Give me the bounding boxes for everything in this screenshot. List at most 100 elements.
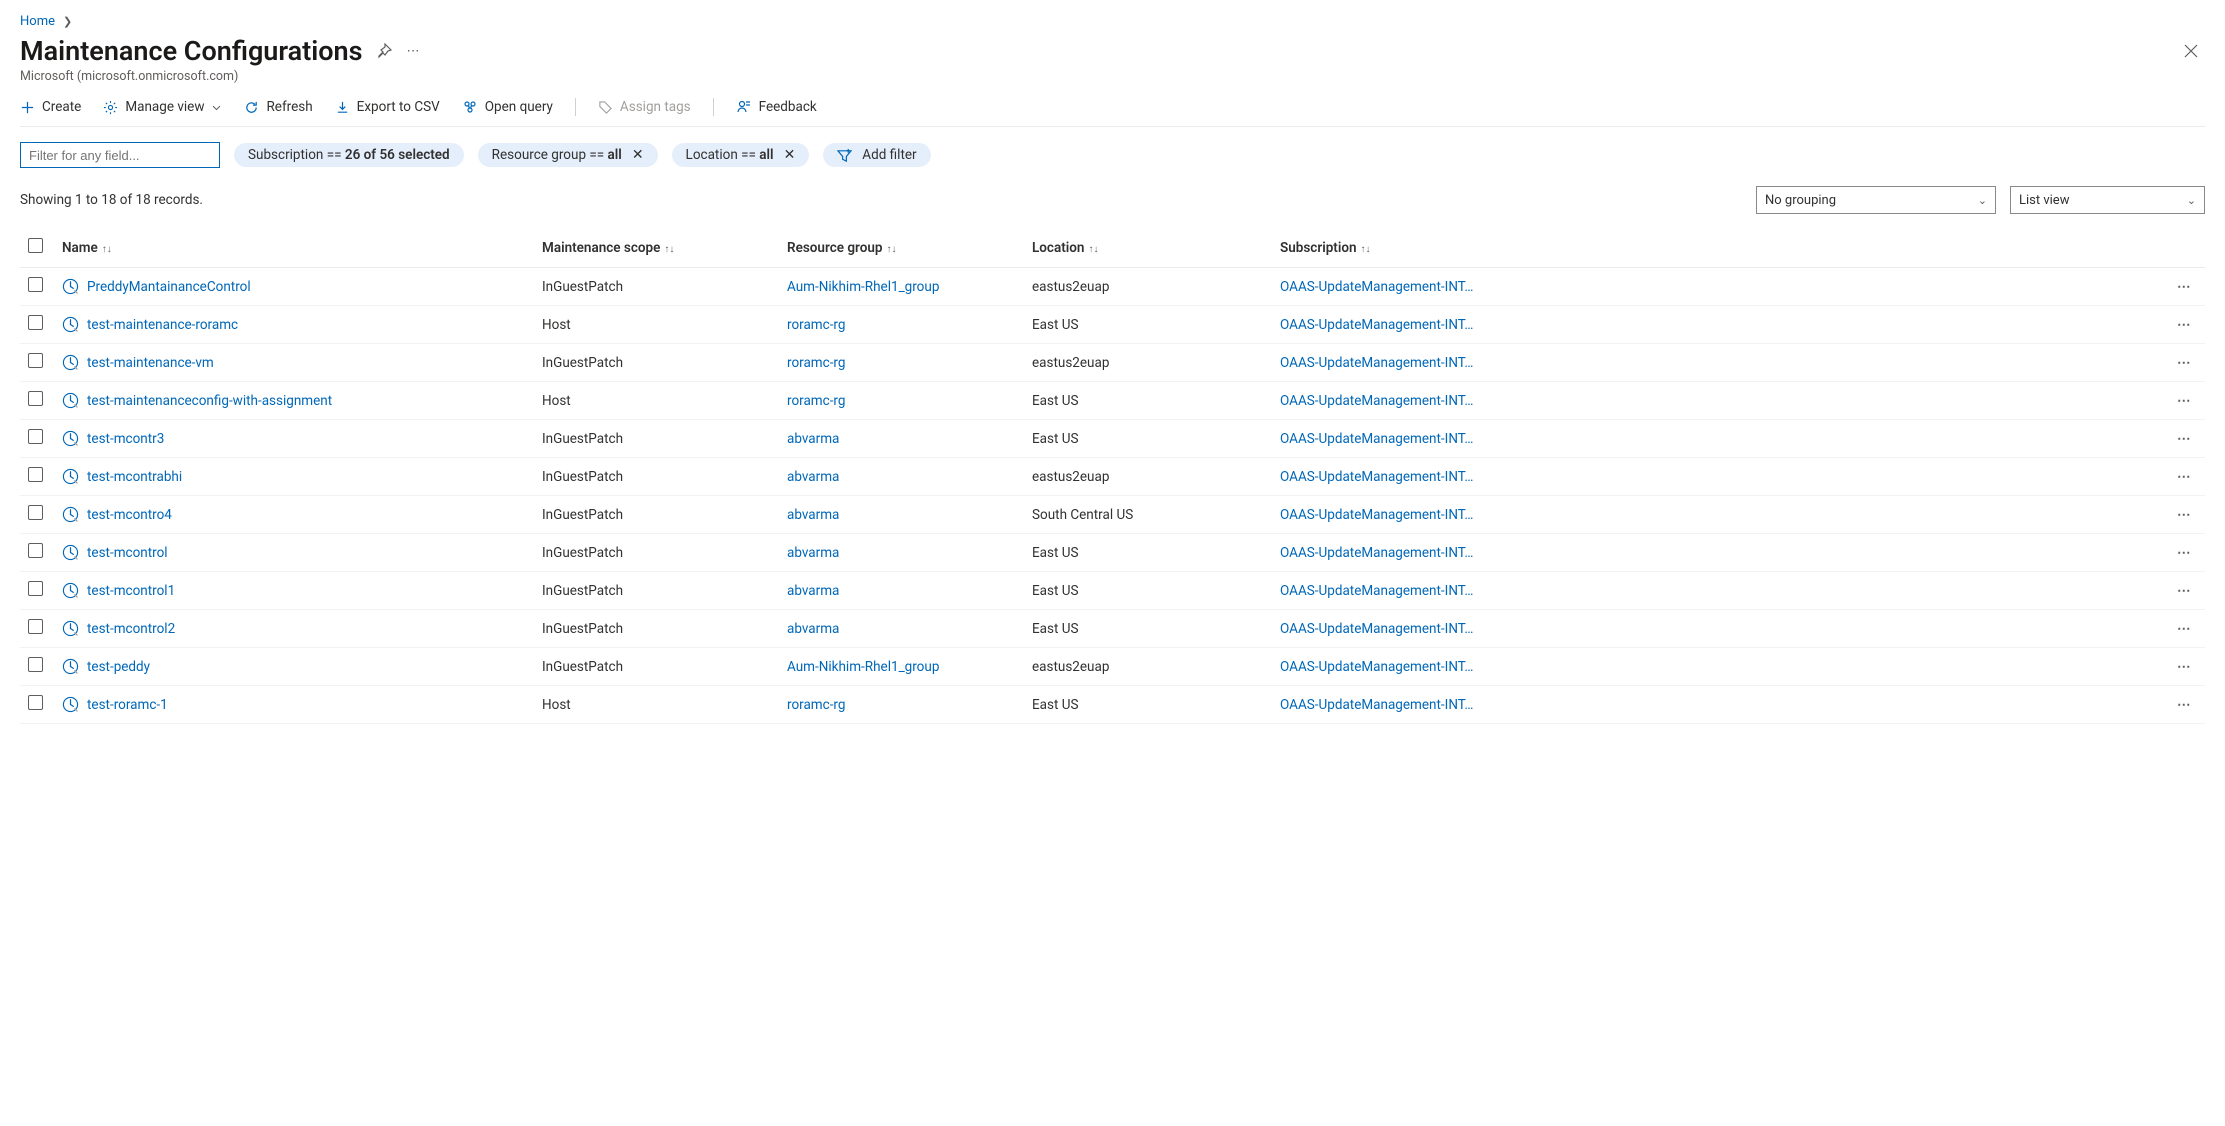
row-more-icon[interactable]: ⋯ xyxy=(2177,355,2192,371)
resource-name-link[interactable]: PreddyMantainanceControl xyxy=(87,279,251,295)
maintenance-scope-cell: InGuestPatch xyxy=(534,610,779,648)
column-header-resource-group[interactable]: Resource group↑↓ xyxy=(779,228,1024,268)
row-checkbox[interactable] xyxy=(28,467,43,482)
select-all-checkbox[interactable] xyxy=(28,238,43,253)
open-query-button[interactable]: Open query xyxy=(462,99,553,115)
row-checkbox[interactable] xyxy=(28,619,43,634)
column-header-name[interactable]: Name↑↓ xyxy=(54,228,534,268)
subscription-link[interactable]: OAAS-UpdateManagement-INT… xyxy=(1280,697,2161,713)
maintenance-scope-cell: InGuestPatch xyxy=(534,648,779,686)
row-more-icon[interactable]: ⋯ xyxy=(2177,469,2192,485)
column-header-subscription[interactable]: Subscription↑↓ xyxy=(1272,228,2169,268)
close-icon[interactable] xyxy=(2177,37,2205,65)
subscription-link[interactable]: OAAS-UpdateManagement-INT… xyxy=(1280,583,2161,599)
subscription-link[interactable]: OAAS-UpdateManagement-INT… xyxy=(1280,507,2161,523)
row-checkbox[interactable] xyxy=(28,315,43,330)
refresh-label: Refresh xyxy=(266,99,312,115)
subscription-link[interactable]: OAAS-UpdateManagement-INT… xyxy=(1280,431,2161,447)
row-more-icon[interactable]: ⋯ xyxy=(2177,621,2192,637)
resource-group-link[interactable]: abvarma xyxy=(787,545,839,561)
resource-name-link[interactable]: test-maintenanceconfig-with-assignment xyxy=(87,393,332,409)
pin-icon[interactable] xyxy=(376,43,392,59)
resource-group-link[interactable]: abvarma xyxy=(787,621,839,637)
maintenance-scope-cell: InGuestPatch xyxy=(534,534,779,572)
row-more-icon[interactable]: ⋯ xyxy=(2177,507,2192,523)
row-more-icon[interactable]: ⋯ xyxy=(2177,545,2192,561)
pill-prefix: Resource group == xyxy=(492,147,608,163)
row-checkbox[interactable] xyxy=(28,505,43,520)
resource-group-link[interactable]: abvarma xyxy=(787,583,839,599)
subscription-link[interactable]: OAAS-UpdateManagement-INT… xyxy=(1280,659,2161,675)
resource-name-link[interactable]: test-maintenance-roramc xyxy=(87,317,238,333)
resource-name-link[interactable]: test-maintenance-vm xyxy=(87,355,214,371)
open-query-label: Open query xyxy=(485,99,553,115)
subscription-link[interactable]: OAAS-UpdateManagement-INT… xyxy=(1280,545,2161,561)
resource-name-link[interactable]: test-mcontrabhi xyxy=(87,469,182,485)
resource-group-link[interactable]: roramc-rg xyxy=(787,393,845,409)
subscription-link[interactable]: OAAS-UpdateManagement-INT… xyxy=(1280,393,2161,409)
resource-name-link[interactable]: test-mcontrol xyxy=(87,545,168,561)
title-row: Maintenance Configurations ⋯ xyxy=(20,35,2205,67)
grouping-dropdown[interactable]: No grouping ⌄ xyxy=(1756,186,1996,214)
feedback-icon xyxy=(736,99,752,115)
row-checkbox[interactable] xyxy=(28,581,43,596)
subscription-link[interactable]: OAAS-UpdateManagement-INT… xyxy=(1280,279,2161,295)
assign-tags-label: Assign tags xyxy=(620,99,691,115)
maintenance-scope-cell: Host xyxy=(534,306,779,344)
resource-group-link[interactable]: roramc-rg xyxy=(787,317,845,333)
subscription-link[interactable]: OAAS-UpdateManagement-INT… xyxy=(1280,469,2161,485)
view-dropdown[interactable]: List view ⌄ xyxy=(2010,186,2205,214)
filter-pill-subscription[interactable]: Subscription == 26 of 56 selected xyxy=(234,143,464,167)
resource-group-link[interactable]: abvarma xyxy=(787,507,839,523)
subscription-link[interactable]: OAAS-UpdateManagement-INT… xyxy=(1280,621,2161,637)
command-bar: Create Manage view Refresh Export to CSV… xyxy=(20,98,2205,127)
row-more-icon[interactable]: ⋯ xyxy=(2177,317,2192,333)
row-more-icon[interactable]: ⋯ xyxy=(2177,697,2192,713)
resource-name-link[interactable]: test-mcontr3 xyxy=(87,431,164,447)
row-checkbox[interactable] xyxy=(28,353,43,368)
breadcrumb-home[interactable]: Home xyxy=(20,14,55,29)
row-checkbox[interactable] xyxy=(28,657,43,672)
row-more-icon[interactable]: ⋯ xyxy=(2177,583,2192,599)
row-more-icon[interactable]: ⋯ xyxy=(2177,431,2192,447)
resource-name-link[interactable]: test-peddy xyxy=(87,659,150,675)
column-header-location[interactable]: Location↑↓ xyxy=(1024,228,1272,268)
clear-filter-icon[interactable]: ✕ xyxy=(632,147,644,163)
row-checkbox[interactable] xyxy=(28,695,43,710)
row-checkbox[interactable] xyxy=(28,429,43,444)
add-filter-button[interactable]: Add filter xyxy=(823,143,930,167)
row-more-icon[interactable]: ⋯ xyxy=(2177,393,2192,409)
row-more-icon[interactable]: ⋯ xyxy=(2177,659,2192,675)
refresh-button[interactable]: Refresh xyxy=(244,99,312,115)
subscription-link[interactable]: OAAS-UpdateManagement-INT… xyxy=(1280,355,2161,371)
create-button[interactable]: Create xyxy=(20,99,81,115)
resource-name-link[interactable]: test-mcontrol2 xyxy=(87,621,175,637)
row-checkbox[interactable] xyxy=(28,391,43,406)
filter-pill-location[interactable]: Location == all ✕ xyxy=(672,143,810,167)
resource-group-link[interactable]: roramc-rg xyxy=(787,697,845,713)
clear-filter-icon[interactable]: ✕ xyxy=(784,147,796,163)
row-more-icon[interactable]: ⋯ xyxy=(2177,279,2192,295)
query-icon xyxy=(462,99,478,115)
resource-group-link[interactable]: Aum-Nikhim-Rhel1_group xyxy=(787,659,939,675)
resource-name-link[interactable]: test-roramc-1 xyxy=(87,697,168,713)
manage-view-button[interactable]: Manage view xyxy=(103,99,222,115)
col-label: Location xyxy=(1032,240,1084,256)
resource-group-link[interactable]: abvarma xyxy=(787,431,839,447)
resource-name-link[interactable]: test-mcontro4 xyxy=(87,507,172,523)
export-csv-button[interactable]: Export to CSV xyxy=(335,99,440,115)
row-checkbox[interactable] xyxy=(28,277,43,292)
filter-input[interactable] xyxy=(20,142,220,168)
column-header-scope[interactable]: Maintenance scope↑↓ xyxy=(534,228,779,268)
maintenance-config-icon xyxy=(62,278,79,295)
filter-pill-label: Location == all xyxy=(686,147,774,163)
feedback-button[interactable]: Feedback xyxy=(736,99,817,115)
resource-group-link[interactable]: Aum-Nikhim-Rhel1_group xyxy=(787,279,939,295)
resource-group-link[interactable]: roramc-rg xyxy=(787,355,845,371)
subscription-link[interactable]: OAAS-UpdateManagement-INT… xyxy=(1280,317,2161,333)
resource-name-link[interactable]: test-mcontrol1 xyxy=(87,583,175,599)
resource-group-link[interactable]: abvarma xyxy=(787,469,839,485)
more-icon[interactable]: ⋯ xyxy=(406,44,419,59)
filter-pill-resource-group[interactable]: Resource group == all ✕ xyxy=(478,143,658,167)
row-checkbox[interactable] xyxy=(28,543,43,558)
